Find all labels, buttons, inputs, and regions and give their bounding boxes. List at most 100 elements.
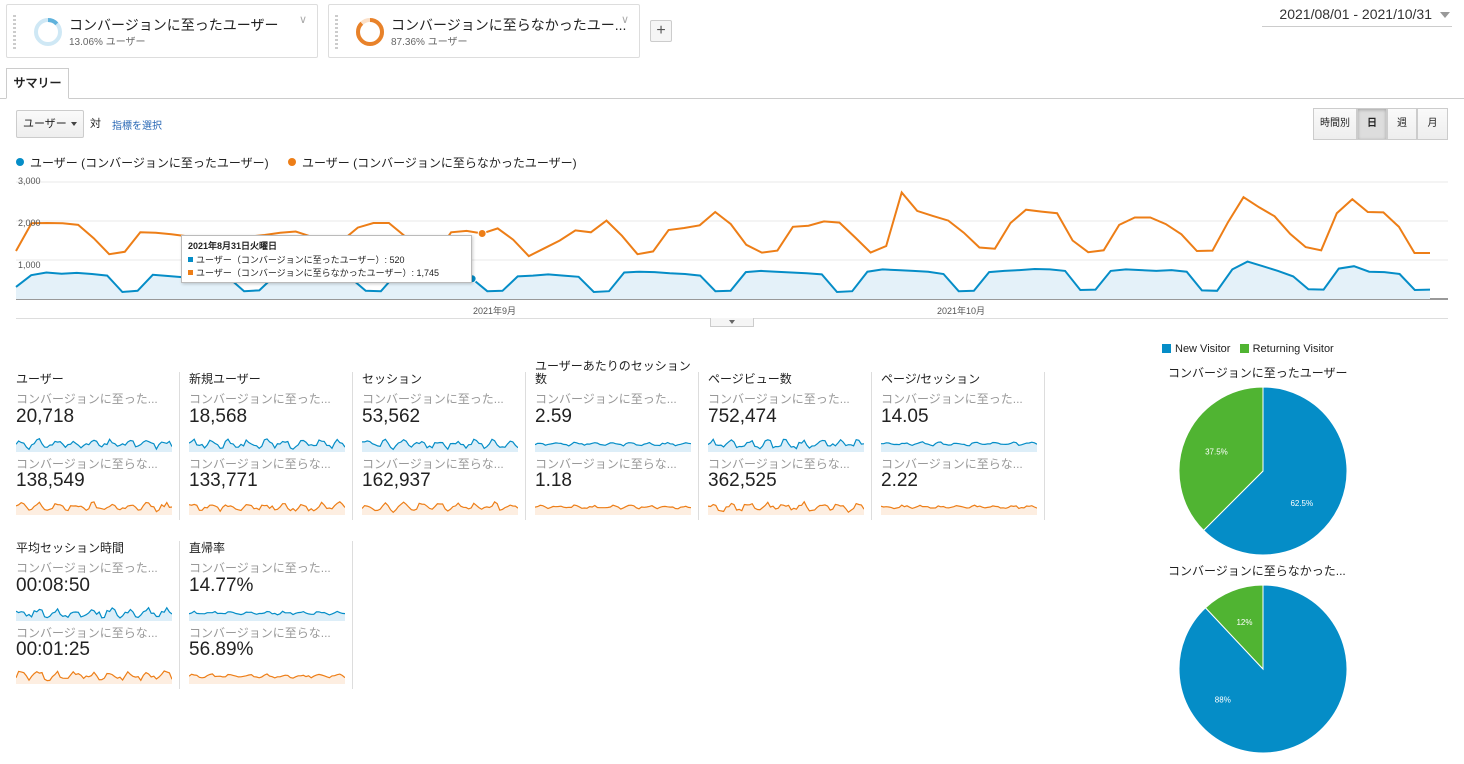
metric-card[interactable]: 新規ユーザー コンバージョンに至った... 18,568 コンバージョンに至らな...… <box>189 360 347 515</box>
sparkline-area <box>189 501 345 515</box>
pie-label-new: 88% <box>1215 695 1231 704</box>
metric-value: 18,568 <box>189 406 248 427</box>
metric-sparkline <box>189 673 345 684</box>
metric-card[interactable]: 直帰率 コンバージョンに至った... 14.77% コンバージョンに至らな... 56.… <box>189 529 347 684</box>
legend-dot <box>288 158 296 166</box>
legend-series-2[interactable]: ユーザー (コンバージョンに至らなかったユーザー) <box>288 154 577 171</box>
metric-card[interactable]: セッション コンバージョンに至った... 53,562 コンバージョンに至らな... 1… <box>362 360 520 515</box>
segment-card-converted[interactable]: コンバージョンに至ったユーザー 13.06% ユーザー ∨ <box>6 4 318 58</box>
y-tick-label: 3,000 <box>18 176 41 186</box>
metric-sparkline <box>535 504 691 515</box>
granularity-hourly[interactable]: 時間別 <box>1313 108 1357 140</box>
chevron-down-icon[interactable] <box>1440 12 1450 18</box>
metric-sparkline <box>362 438 518 452</box>
metric-divider <box>525 372 526 520</box>
y-tick-label: 2,000 <box>18 218 41 228</box>
metric-sparkline <box>16 501 172 515</box>
granularity-daily[interactable]: 日 <box>1357 108 1387 140</box>
metric-segment-label: コンバージョンに至った... <box>189 561 331 575</box>
metric-value: 53,562 <box>362 406 421 427</box>
legend-series-1[interactable]: ユーザー (コンバージョンに至ったユーザー) <box>16 154 269 171</box>
metric-value: 56.89% <box>189 639 254 660</box>
segment-pct: 87.36% ユーザー <box>391 37 468 48</box>
metric-segment-label: コンバージョンに至った... <box>189 392 331 406</box>
collapse-chart-toggle[interactable] <box>710 318 754 327</box>
pie-chart-converted[interactable]: 62.5% 37.5% <box>1172 382 1354 560</box>
metric-segment-label: コンバージョンに至った... <box>362 392 504 406</box>
metric-title: ページビュー数 <box>708 372 792 386</box>
metric-value: 2.22 <box>881 470 918 491</box>
metric-value: 14.77% <box>189 575 254 596</box>
drag-handle[interactable] <box>13 15 16 49</box>
metric-title: セッション <box>362 372 423 386</box>
metric-sparkline <box>16 606 172 621</box>
drag-handle[interactable] <box>335 15 338 49</box>
pie-label-returning: 12% <box>1236 618 1252 627</box>
x-tick-label: 2021年9月 <box>473 306 517 316</box>
metric-divider <box>352 541 353 689</box>
tab-summary[interactable]: サマリー <box>6 68 69 99</box>
date-range-picker[interactable]: 2021/08/01 - 2021/10/31 <box>1279 6 1432 22</box>
metric-segment-label: コンバージョンに至った... <box>708 392 850 406</box>
pie-title: コンバージョンに至ったユーザー <box>1168 366 1348 380</box>
tooltip-row: ユーザー（コンバージョンに至ったユーザー）: 520 <box>188 254 465 267</box>
metric-title: 直帰率 <box>189 541 226 555</box>
metric-value: 1.18 <box>535 470 572 491</box>
metric-title: 平均セッション時間 <box>16 541 125 555</box>
metric-value: 00:08:50 <box>16 575 90 596</box>
metric-sparkline <box>16 670 172 684</box>
metric-divider <box>871 372 872 520</box>
sparkline-area <box>708 439 864 452</box>
legend-label: Returning Visitor <box>1252 343 1334 355</box>
legend-label: ユーザー (コンバージョンに至ったユーザー) <box>30 156 269 170</box>
metric-card[interactable]: ユーザーあたりのセッション数 コンバージョンに至った... 2.59 コンバージョンに… <box>535 360 693 515</box>
metric-sparkline <box>189 438 345 452</box>
metric-select[interactable]: ユーザー <box>16 110 84 138</box>
chart-tooltip: 2021年8月31日火曜日 ユーザー（コンバージョンに至ったユーザー）: 520… <box>181 235 472 283</box>
metric-sparkline <box>881 504 1037 515</box>
chevron-down-icon[interactable]: ∨ <box>621 13 629 26</box>
metric-card[interactable]: ページビュー数 コンバージョンに至った... 752,474 コンバージョンに至らな.… <box>708 360 866 515</box>
segment-name: コンバージョンに至らなかったユー... <box>391 17 627 33</box>
y-tick-label: 1,000 <box>18 260 41 270</box>
pie-chart-not-converted[interactable]: 88% 12% <box>1172 580 1354 758</box>
metric-segment-label: コンバージョンに至った... <box>16 561 158 575</box>
metric-value: 2.59 <box>535 406 572 427</box>
segment-card-not-converted[interactable]: コンバージョンに至らなかったユー... 87.36% ユーザー ∨ <box>328 4 640 58</box>
metric-value: 133,771 <box>189 470 258 491</box>
granularity-weekly[interactable]: 週 <box>1387 108 1417 140</box>
legend-label: ユーザー (コンバージョンに至らなかったユーザー) <box>302 156 577 170</box>
tooltip-title: 2021年8月31日火曜日 <box>188 241 278 251</box>
metric-sparkline <box>535 441 691 452</box>
tooltip-row-text: ユーザー（コンバージョンに至らなかったユーザー）: 1,745 <box>196 268 439 278</box>
metric-card[interactable]: ユーザー コンバージョンに至った... 20,718 コンバージョンに至らな... 13… <box>16 360 174 515</box>
pie-label-new: 62.5% <box>1290 499 1313 508</box>
granularity-monthly[interactable]: 月 <box>1417 108 1448 140</box>
segment-donut-icon <box>34 18 62 46</box>
segment-name: コンバージョンに至ったユーザー <box>69 17 279 33</box>
legend-swatch <box>1162 344 1171 353</box>
metric-value: 162,937 <box>362 470 431 491</box>
metric-card[interactable]: 平均セッション時間 コンバージョンに至った... 00:08:50 コンバージョンに至… <box>16 529 174 684</box>
add-segment-button[interactable]: + <box>650 20 672 42</box>
tooltip-row-text: ユーザー（コンバージョンに至ったユーザー）: 520 <box>196 255 405 265</box>
metric-title: ページ/セッション <box>881 372 981 386</box>
series-2-highlight-point[interactable] <box>477 228 487 238</box>
metric-card[interactable]: ページ/セッション コンバージョンに至った... 14.05 コンバージョンに至らな.… <box>881 360 1039 515</box>
metric-value: 14.05 <box>881 406 929 427</box>
metric-title: ユーザー <box>16 372 64 386</box>
metric-value: 752,474 <box>708 406 777 427</box>
chevron-down-icon[interactable]: ∨ <box>299 13 307 26</box>
metric-divider <box>1044 372 1045 520</box>
metric-divider <box>179 372 180 520</box>
tooltip-swatch <box>188 257 193 262</box>
legend-dot <box>16 158 24 166</box>
metric-sparkline <box>362 501 518 515</box>
tab-divider <box>0 98 1464 99</box>
caret-down-icon <box>71 122 77 126</box>
metric-sparkline <box>189 610 345 621</box>
choose-metric-link[interactable]: 指標を選択 <box>112 117 162 132</box>
date-underline <box>1262 26 1452 27</box>
metric-sparkline <box>708 438 864 452</box>
tooltip-swatch <box>188 270 193 275</box>
